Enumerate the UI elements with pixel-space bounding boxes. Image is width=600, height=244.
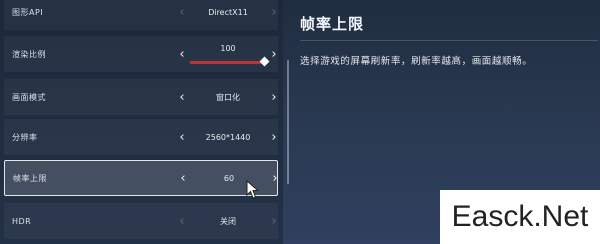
setting-value: 窗口化 [216, 92, 240, 102]
setting-row-resolution[interactable]: 分辨率 ‹ 2560*1440 › [4, 119, 278, 155]
setting-row-render-scale[interactable]: 渲染比例 ‹ 100 › [4, 36, 278, 72]
slider-fill [190, 61, 265, 64]
setting-label: 分辨率 [12, 132, 38, 142]
arrow-left-icon[interactable]: ‹ [175, 212, 189, 230]
setting-label: HDR [12, 216, 32, 226]
detail-title: 帧率上限 [300, 15, 365, 33]
settings-scrollbar[interactable] [287, 60, 289, 184]
setting-value: 2560*1440 [205, 132, 251, 142]
arrow-left-icon[interactable]: ‹ [175, 45, 189, 63]
arrow-right-icon[interactable]: › [267, 212, 281, 230]
arrow-right-icon[interactable]: › [267, 3, 281, 21]
setting-value: 100 [220, 44, 236, 53]
setting-row-graphics-api[interactable]: 图形API ‹ DirectX11 › [4, 0, 278, 30]
setting-label: 帧率上限 [13, 173, 47, 183]
setting-row-display-mode[interactable]: 画面模式 ‹ 窗口化 › [4, 79, 278, 115]
setting-label: 画面模式 [12, 92, 46, 102]
setting-label: 图形API [12, 7, 44, 17]
detail-description: 选择游戏的屏幕刷新率，刷新率越高，画面越顺畅。 [300, 56, 533, 67]
render-scale-slider[interactable] [190, 56, 270, 67]
arrow-right-icon[interactable]: › [268, 169, 282, 187]
arrow-left-icon[interactable]: ‹ [175, 128, 189, 146]
setting-row-hdr[interactable]: HDR ‹ 关闭 › [4, 203, 278, 239]
arrow-left-icon[interactable]: ‹ [175, 88, 189, 106]
setting-row-frame-rate-limit[interactable]: 帧率上限 ‹ 60 › [4, 160, 278, 196]
arrow-left-icon[interactable]: ‹ [176, 169, 190, 187]
watermark: Easck.Net [440, 190, 600, 244]
arrow-right-icon[interactable]: › [267, 128, 281, 146]
setting-value: 关闭 [220, 216, 236, 226]
setting-value: DirectX11 [208, 7, 248, 17]
mouse-cursor-icon [246, 180, 260, 199]
arrow-left-icon[interactable]: ‹ [175, 3, 189, 21]
arrow-right-icon[interactable]: › [267, 88, 281, 106]
setting-label: 渲染比例 [12, 49, 46, 59]
divider [300, 40, 598, 41]
settings-list: 图形API ‹ DirectX11 › 渲染比例 ‹ 100 › 画面模式 ‹ … [0, 0, 283, 244]
